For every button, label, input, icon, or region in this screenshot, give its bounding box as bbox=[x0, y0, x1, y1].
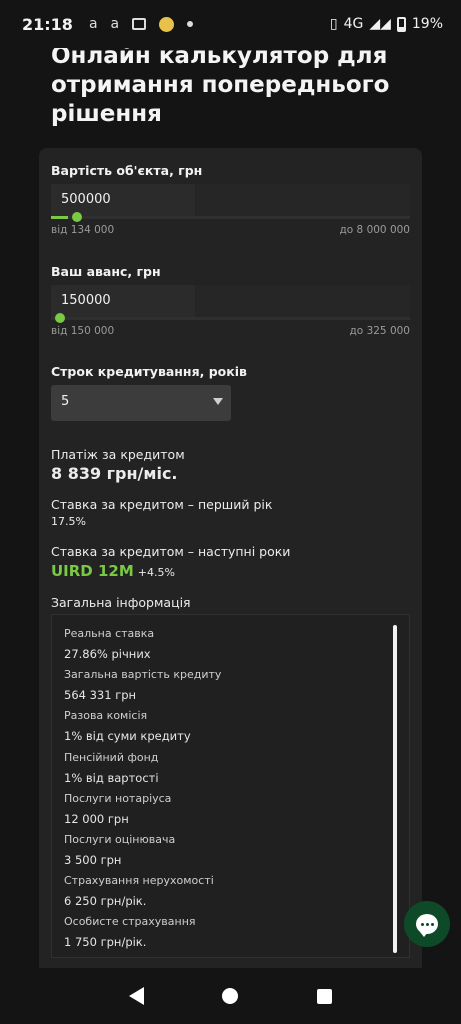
property-min-label: від 134 000 bbox=[51, 224, 115, 236]
chevron-down-icon bbox=[213, 398, 223, 405]
info-item-label: Страхування нерухомості bbox=[64, 874, 214, 887]
more-notifications-icon bbox=[187, 21, 194, 27]
rate-first-label: Ставка за кредитом – перший рік bbox=[51, 497, 273, 512]
system-nav-bar bbox=[0, 968, 461, 1024]
property-value-input[interactable]: 500000 bbox=[51, 184, 195, 216]
back-icon[interactable] bbox=[129, 987, 145, 1005]
info-item-value: 1% від вартості bbox=[64, 771, 159, 785]
rate-next-label: Ставка за кредитом – наступні роки bbox=[51, 544, 291, 559]
rate-index: UIRD 12M bbox=[51, 562, 134, 580]
advance-slider-thumb[interactable] bbox=[55, 313, 65, 323]
info-item: Загальна вартість кредиту 564 331 грн bbox=[64, 668, 221, 702]
battery-percent: 19% bbox=[411, 16, 443, 32]
info-item: Послуги нотаріуса 12 000 грн bbox=[64, 792, 171, 826]
advance-input-area[interactable] bbox=[195, 285, 410, 317]
info-item-label: Послуги оцінювача bbox=[64, 833, 176, 846]
home-icon[interactable] bbox=[222, 988, 239, 1004]
info-item-value: 1 750 грн/рік. bbox=[64, 935, 147, 949]
info-box[interactable]: Реальна ставка 27.86% річних Загальна ва… bbox=[51, 614, 410, 958]
info-item: Особисте страхування 1 750 грн/рік. bbox=[64, 915, 196, 949]
info-item-value: 564 331 грн bbox=[64, 688, 137, 702]
advance-max-label: до 325 000 bbox=[349, 325, 410, 337]
advance-slider[interactable] bbox=[51, 313, 410, 323]
info-item: Пенсійний фонд 1% від вартості bbox=[64, 751, 159, 785]
info-item-label: Особисте страхування bbox=[64, 915, 196, 928]
status-right: ▯ 4G ◢◢ 19% bbox=[330, 16, 443, 32]
term-select-value: 5 bbox=[61, 394, 70, 409]
info-item-label: Послуги нотаріуса bbox=[64, 792, 172, 805]
property-value-label: Вартість об'єкта, грн bbox=[51, 163, 203, 178]
page-title: Онлайн калькулятор для отримання поперед… bbox=[51, 43, 390, 127]
chat-button[interactable] bbox=[404, 901, 450, 947]
rate-add: +4.5% bbox=[137, 566, 175, 579]
network-type: 4G bbox=[343, 16, 364, 32]
status-bar: 21:18 a a ▯ 4G ◢◢ 19% bbox=[0, 0, 461, 48]
info-item-value: 1% від суми кредиту bbox=[64, 729, 191, 743]
emoji-icon bbox=[159, 16, 175, 32]
notification-icons: a a bbox=[88, 16, 194, 32]
info-item-label: Разова комісія bbox=[64, 709, 148, 722]
payment-value: 8 839 грн/міс. bbox=[51, 464, 178, 483]
property-value-slider[interactable] bbox=[51, 212, 410, 222]
info-item: Послуги оцінювача 3 500 грн bbox=[64, 833, 175, 867]
status-time: 21:18 bbox=[22, 14, 73, 34]
notification-a-icon: a bbox=[88, 16, 98, 32]
info-item-value: 12 000 грн bbox=[64, 812, 129, 826]
rate-first-value: 17.5% bbox=[51, 515, 86, 528]
advance-label: Ваш аванс, грн bbox=[51, 264, 161, 279]
info-item: Реальна ставка 27.86% річних bbox=[64, 627, 154, 661]
property-slider-thumb[interactable] bbox=[72, 212, 82, 222]
term-label: Строк кредитування, років bbox=[51, 364, 247, 379]
chat-icon bbox=[416, 914, 438, 937]
info-item: Разова комісія 1% від суми кредиту bbox=[64, 709, 191, 743]
info-item-label: Загальна вартість кредиту bbox=[64, 668, 222, 681]
info-item-label: Реальна ставка bbox=[64, 627, 155, 640]
info-item: Страхування нерухомості 6 250 грн/рік. bbox=[64, 874, 214, 908]
message-icon bbox=[132, 18, 147, 30]
advance-min-label: від 150 000 bbox=[51, 325, 115, 337]
info-title: Загальна інформація bbox=[51, 595, 191, 610]
rate-next-value: UIRD 12M +4.5% bbox=[51, 561, 175, 580]
info-item-value: 6 250 грн/рік. bbox=[64, 894, 147, 908]
vibrate-icon: ▯ bbox=[329, 16, 338, 32]
recent-apps-icon[interactable] bbox=[316, 988, 332, 1004]
property-slider-fill bbox=[51, 216, 68, 219]
notification-a-icon: a bbox=[110, 16, 120, 32]
info-scrollbar[interactable] bbox=[393, 625, 397, 953]
signal-icon: ◢◢ bbox=[369, 16, 391, 32]
info-item-label: Пенсійний фонд bbox=[64, 751, 159, 764]
payment-label: Платіж за кредитом bbox=[51, 447, 185, 462]
info-item-value: 3 500 грн bbox=[64, 853, 122, 867]
property-value-input-area[interactable] bbox=[195, 184, 410, 216]
info-item-value: 27.86% річних bbox=[64, 647, 151, 661]
property-max-label: до 8 000 000 bbox=[339, 224, 410, 236]
term-select[interactable]: 5 bbox=[51, 385, 231, 421]
advance-input[interactable]: 150000 bbox=[51, 285, 195, 317]
battery-icon bbox=[396, 16, 406, 32]
